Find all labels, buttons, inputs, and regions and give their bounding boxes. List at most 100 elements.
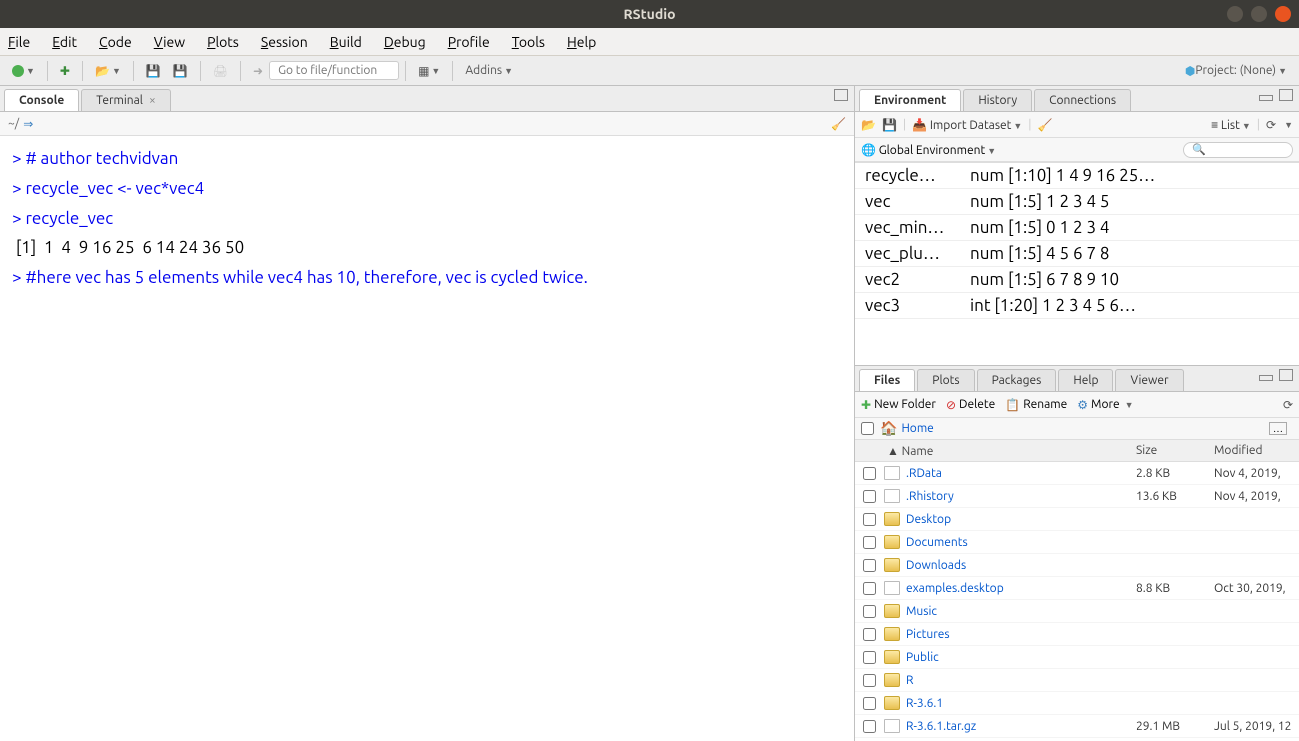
clear-console-icon[interactable]: 🧹 <box>831 117 846 131</box>
new-project-button[interactable]: ✚ <box>56 62 74 80</box>
file-checkbox[interactable] <box>863 490 876 503</box>
save-workspace-icon[interactable]: 💾 <box>882 118 897 132</box>
env-variable-row[interactable]: vec3int [1:20] 1 2 3 4 5 6… <box>855 293 1299 319</box>
pane-layout-icon[interactable] <box>834 89 848 101</box>
file-name[interactable]: Public <box>906 651 1136 664</box>
file-checkbox[interactable] <box>863 720 876 733</box>
breadcrumb-home[interactable]: Home <box>901 422 933 435</box>
tab-console[interactable]: Console <box>4 89 79 111</box>
file-name[interactable]: R <box>906 674 1136 687</box>
file-checkbox[interactable] <box>863 536 876 549</box>
file-row[interactable]: Desktop <box>855 508 1299 531</box>
file-row[interactable]: R-3.6.1.tar.gz29.1 MBJul 5, 2019, 12 <box>855 715 1299 738</box>
rename-button[interactable]: 📋Rename <box>1005 398 1067 412</box>
file-checkbox[interactable] <box>863 674 876 687</box>
file-row[interactable]: examples.desktop8.8 KBOct 30, 2019, <box>855 577 1299 600</box>
minimize-pane-icon[interactable] <box>1259 95 1273 101</box>
goto-button[interactable]: ➜ <box>249 62 267 80</box>
home-icon[interactable]: 🏠 <box>880 420 897 437</box>
tab-environment[interactable]: Environment <box>859 89 961 111</box>
refresh-icon[interactable] <box>1283 398 1293 412</box>
file-name[interactable]: Downloads <box>906 559 1136 572</box>
env-variable-row[interactable]: vecnum [1:5] 1 2 3 4 5 <box>855 189 1299 215</box>
menu-build[interactable]: Build <box>330 34 362 50</box>
menu-debug[interactable]: Debug <box>384 34 426 50</box>
menu-help[interactable]: Help <box>567 34 596 50</box>
open-file-button[interactable]: 📂▼ <box>91 62 125 80</box>
file-name[interactable]: Music <box>906 605 1136 618</box>
menu-view[interactable]: View <box>154 34 185 50</box>
file-checkbox[interactable] <box>863 605 876 618</box>
file-name[interactable]: .RData <box>906 467 1136 480</box>
file-row[interactable]: Downloads <box>855 554 1299 577</box>
more-button[interactable]: ⚙More▼ <box>1077 398 1133 412</box>
menu-session[interactable]: Session <box>261 34 308 50</box>
file-row[interactable]: R-3.6.1 <box>855 692 1299 715</box>
menu-profile[interactable]: Profile <box>448 34 490 50</box>
file-checkbox[interactable] <box>863 559 876 572</box>
print-button[interactable]: 🖨 <box>209 62 232 80</box>
col-size[interactable]: Size <box>1136 444 1214 457</box>
tab-terminal[interactable]: Terminal× <box>81 89 171 111</box>
file-name[interactable]: .Rhistory <box>906 490 1136 503</box>
tab-plots[interactable]: Plots <box>917 369 974 391</box>
menu-edit[interactable]: Edit <box>52 34 77 50</box>
tab-connections[interactable]: Connections <box>1034 89 1131 111</box>
import-dataset-button[interactable]: 📥 Import Dataset▼ <box>912 118 1022 132</box>
close-icon[interactable]: × <box>149 94 156 107</box>
select-all-checkbox[interactable] <box>861 422 874 435</box>
env-variable-row[interactable]: vec2num [1:5] 6 7 8 9 10 <box>855 267 1299 293</box>
path-more-icon[interactable]: … <box>1269 422 1287 435</box>
file-name[interactable]: Desktop <box>906 513 1136 526</box>
file-row[interactable]: Music <box>855 600 1299 623</box>
file-row[interactable]: .Rhistory13.6 KBNov 4, 2019, <box>855 485 1299 508</box>
file-checkbox[interactable] <box>863 513 876 526</box>
file-name[interactable]: Documents <box>906 536 1136 549</box>
env-scope-button[interactable]: 🌐 Global Environment▼ <box>861 143 996 157</box>
close-icon[interactable] <box>1275 6 1291 22</box>
file-row[interactable]: Pictures <box>855 623 1299 646</box>
file-checkbox[interactable] <box>863 651 876 664</box>
maximize-icon[interactable] <box>1251 6 1267 22</box>
save-button[interactable]: 💾 <box>142 62 165 80</box>
env-variable-row[interactable]: vec_min…num [1:5] 0 1 2 3 4 <box>855 215 1299 241</box>
grid-button[interactable]: ▦▼ <box>414 62 444 80</box>
minimize-pane-icon[interactable] <box>1259 375 1273 381</box>
menu-tools[interactable]: Tools <box>512 34 545 50</box>
goto-input[interactable] <box>269 61 399 80</box>
console-body[interactable]: > # author techvidvan> recycle_vec <- ve… <box>0 136 854 741</box>
file-row[interactable]: R <box>855 669 1299 692</box>
env-variable-row[interactable]: vec_plu…num [1:5] 4 5 6 7 8 <box>855 241 1299 267</box>
menu-plots[interactable]: Plots <box>207 34 239 50</box>
file-checkbox[interactable] <box>863 628 876 641</box>
maximize-pane-icon[interactable] <box>1279 369 1293 381</box>
new-file-button[interactable]: ▼ <box>8 63 39 79</box>
save-all-button[interactable]: 💾 <box>169 62 192 80</box>
tab-help[interactable]: Help <box>1058 369 1113 391</box>
file-name[interactable]: examples.desktop <box>906 582 1136 595</box>
load-workspace-icon[interactable]: 📂 <box>861 118 876 132</box>
project-menu[interactable]: ⬢ Project: (None)▼ <box>1181 62 1291 80</box>
file-row[interactable]: Public <box>855 646 1299 669</box>
addins-button[interactable]: Addins▼ <box>461 62 517 79</box>
tab-files[interactable]: Files <box>859 369 915 391</box>
maximize-pane-icon[interactable] <box>1279 89 1293 101</box>
menu-file[interactable]: File <box>8 34 30 50</box>
minimize-icon[interactable] <box>1227 6 1243 22</box>
file-checkbox[interactable] <box>863 467 876 480</box>
col-modified[interactable]: Modified <box>1214 444 1299 457</box>
file-name[interactable]: R-3.6.1 <box>906 697 1136 710</box>
view-mode-button[interactable]: ≡ List▼ <box>1211 118 1251 132</box>
file-row[interactable]: .RData2.8 KBNov 4, 2019, <box>855 462 1299 485</box>
delete-button[interactable]: ⊘Delete <box>946 398 995 412</box>
menu-code[interactable]: Code <box>99 34 132 50</box>
refresh-icon[interactable] <box>1266 118 1276 132</box>
env-search-input[interactable] <box>1183 142 1293 158</box>
col-name[interactable]: ▲ Name <box>883 444 1136 458</box>
file-name[interactable]: R-3.6.1.tar.gz <box>906 720 1136 733</box>
tab-history[interactable]: History <box>963 89 1032 111</box>
tab-viewer[interactable]: Viewer <box>1115 369 1183 391</box>
tab-packages[interactable]: Packages <box>977 369 1057 391</box>
browse-dir-icon[interactable]: ⇒ <box>23 117 33 131</box>
new-folder-button[interactable]: ✚New Folder <box>861 398 936 412</box>
